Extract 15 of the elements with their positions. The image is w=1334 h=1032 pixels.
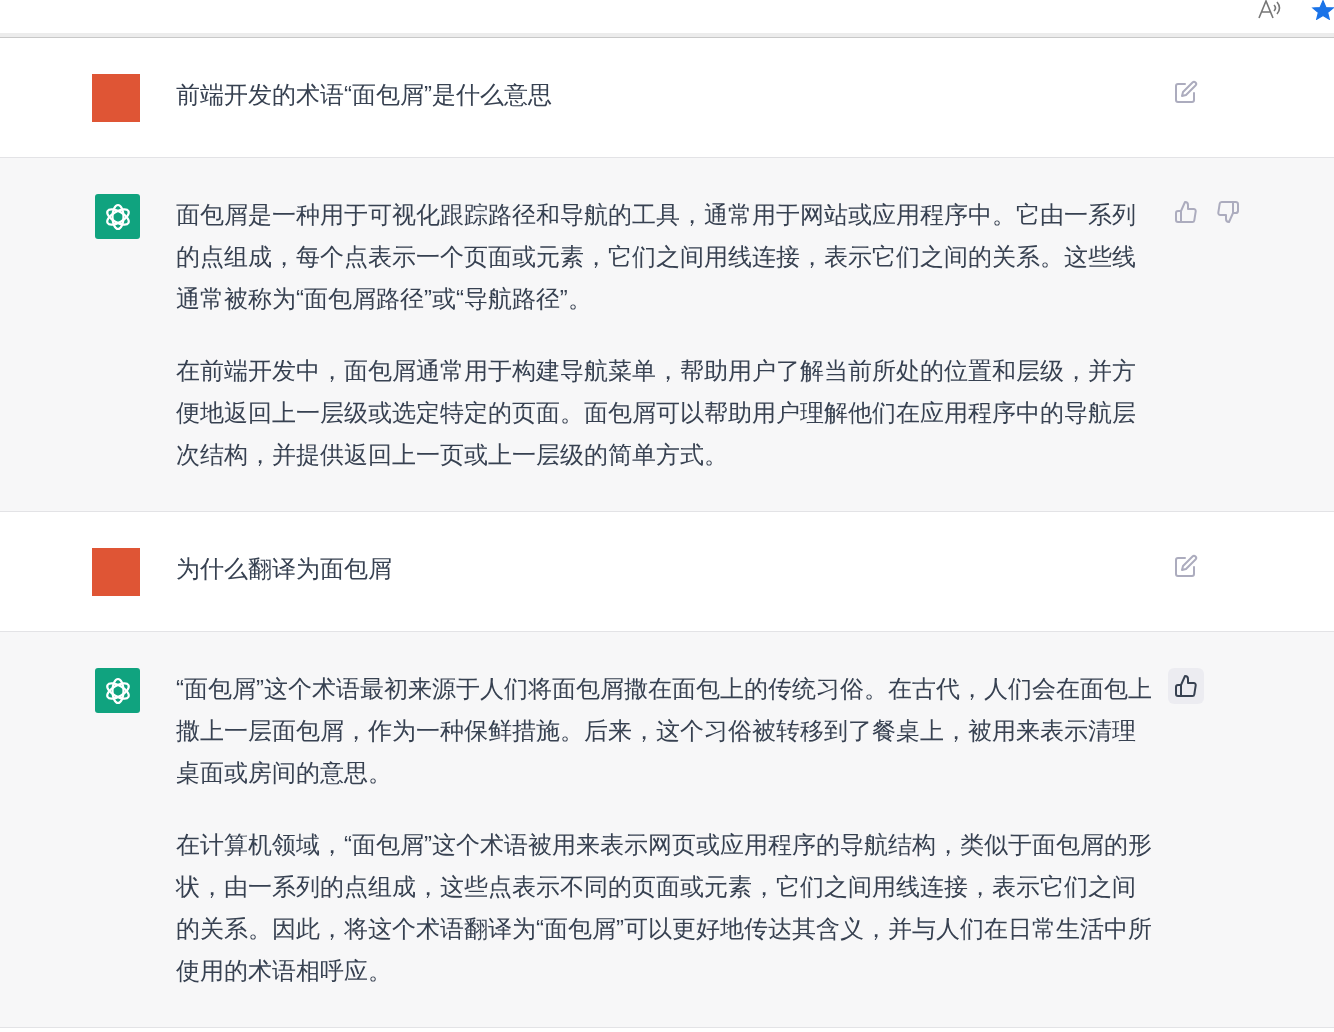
thumbs-down-icon bbox=[1216, 200, 1240, 224]
response-paragraph: 在计算机领域，“面包屑”这个术语被用来表示网页或应用程序的导航结构，类似于面包屑的形状，由一系列的点组成，这些点表示不同的页面或元素，它们之间用线连接，表示它们之间的关系。因此，将这个术语翻译为“面包屑”可以更好地传达其含义，并与人们在日常生活中所使用的术语相呼应。 bbox=[176, 830, 1153, 986]
thumbs-up-icon bbox=[1174, 200, 1198, 224]
edit-icon bbox=[1174, 554, 1198, 578]
user-avatar bbox=[92, 548, 140, 596]
user-message-text: 前端开发的术语“面包屑”是什么意思 bbox=[176, 80, 553, 110]
thumbs-up-icon bbox=[1174, 674, 1198, 698]
response-paragraph: 面包屑是一种用于可视化跟踪路径和导航的工具，通常用于网站或应用程序中。它由一系列的点组成，每个点表示一个页面或元素，它们之间用线连接，表示它们之间的关系。这些线通常被称为“面包屑路径”或“导航路径”。 bbox=[176, 200, 1137, 314]
thumbs-up-button[interactable] bbox=[1168, 668, 1204, 704]
user-message-text: 为什么翻译为面包屑 bbox=[176, 554, 393, 584]
edit-icon bbox=[1174, 80, 1198, 104]
user-avatar bbox=[92, 74, 140, 122]
star-icon[interactable] bbox=[1310, 0, 1334, 20]
response-paragraph: “面包屑”这个术语最初来源于人们将面包屑撒在面包上的传统习俗。在古代，人们会在面包上撒上一层面包屑，作为一种保鲜措施。后来，这个习俗被转移到了餐桌上，被用来表示清理桌面或房间的意思。 bbox=[176, 674, 1153, 788]
response-paragraph: 在前端开发中，面包屑通常用于构建导航菜单，帮助用户了解当前所处的位置和层级，并方便地返回上一层级或选定特定的页面。面包屑可以帮助用户理解他们在应用程序中的导航层次结构，并提供返回上一页或上一层级的简单方式。 bbox=[176, 356, 1137, 470]
